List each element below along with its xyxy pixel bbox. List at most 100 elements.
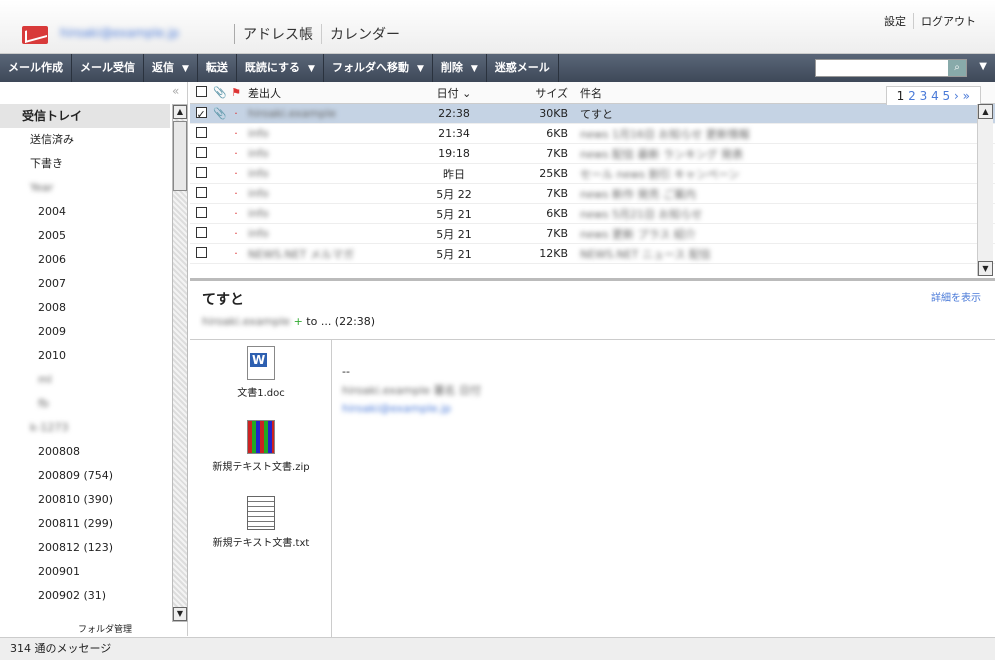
folder-item[interactable]: ml: [0, 368, 170, 392]
signature-text: hiroaki.example 署名 日付: [342, 384, 482, 397]
folder-item[interactable]: 200811 (299): [0, 512, 170, 536]
receive-button[interactable]: メール受信: [72, 54, 144, 82]
row-checkbox[interactable]: ✓: [195, 106, 207, 121]
settings-link[interactable]: 設定: [877, 13, 913, 29]
last-page-icon[interactable]: »: [963, 89, 970, 103]
collapse-icon[interactable]: «: [172, 84, 179, 98]
row-checkbox[interactable]: [195, 166, 207, 178]
search-icon[interactable]: ⌕: [948, 60, 966, 76]
nav-address-book[interactable]: アドレス帳: [234, 24, 321, 44]
spam-button[interactable]: 迷惑メール: [487, 54, 559, 82]
folder-item[interactable]: k-1273: [0, 416, 170, 440]
table-row[interactable]: · info 5月 21 7KB news 更新 プラス 紹介: [190, 224, 995, 244]
scroll-down-icon[interactable]: ▼: [173, 607, 187, 621]
row-checkbox[interactable]: [195, 226, 207, 238]
row-size: 7KB: [546, 227, 568, 240]
move-folder-button[interactable]: フォルダへ移動 ▼: [324, 54, 433, 82]
folder-item[interactable]: 2006: [0, 248, 170, 272]
folder-item[interactable]: 2007: [0, 272, 170, 296]
zip-file-icon: [247, 420, 275, 454]
add-contact-icon[interactable]: +: [294, 315, 303, 328]
table-row[interactable]: · info 19:18 7KB news 配信 最新 ランキング 発表: [190, 144, 995, 164]
row-checkbox[interactable]: [195, 126, 207, 138]
folder-item[interactable]: 2004: [0, 200, 170, 224]
page-link[interactable]: 2: [908, 89, 916, 103]
table-row[interactable]: · info 昨日 25KB セール news 割引 キャンペーン: [190, 164, 995, 184]
attachment-doc[interactable]: 文書1.doc: [190, 346, 332, 399]
folder-item[interactable]: 2005: [0, 224, 170, 248]
folder-item[interactable]: 200902 (31): [0, 584, 170, 608]
compose-button[interactable]: メール作成: [0, 54, 72, 82]
folder-inbox[interactable]: 受信トレイ: [0, 104, 170, 128]
page-link[interactable]: 3: [920, 89, 928, 103]
chevron-down-icon[interactable]: ▼: [308, 64, 315, 74]
delete-button[interactable]: 削除 ▼: [433, 54, 487, 82]
word-file-icon: [247, 346, 275, 380]
sender-name[interactable]: hiroaki.example: [202, 315, 290, 328]
attachment-name: 新規テキスト文書.zip: [212, 462, 310, 473]
folder-drafts[interactable]: 下書き: [0, 152, 170, 176]
folder-item[interactable]: Year: [0, 176, 170, 200]
folder-item[interactable]: 200810 (390): [0, 488, 170, 512]
sidebar-scrollbar[interactable]: ▲ ▼: [172, 104, 188, 622]
row-date: 5月 22: [436, 187, 472, 201]
unread-dot-icon: ·: [234, 167, 238, 180]
row-checkbox[interactable]: [195, 246, 207, 258]
folder-manage-link[interactable]: フォルダ管理: [78, 622, 132, 635]
col-from[interactable]: 差出人: [244, 85, 394, 101]
col-date[interactable]: 日付 ⌄: [394, 85, 514, 101]
search-input[interactable]: ⌕: [815, 59, 967, 77]
row-subject: news 配信 最新 ランキング 発表: [580, 147, 744, 161]
folder-item[interactable]: 200808: [0, 440, 170, 464]
row-date: 5月 21: [436, 227, 472, 241]
search-options-icon[interactable]: ▼: [979, 61, 987, 72]
recipients[interactable]: to ... (22:38): [306, 315, 375, 328]
show-details-link[interactable]: 詳細を表示: [931, 289, 981, 304]
scroll-up-icon[interactable]: ▲: [173, 105, 187, 119]
attachment-icon[interactable]: 📎: [212, 86, 228, 99]
page-link[interactable]: 5: [943, 89, 951, 103]
folder-item[interactable]: 200812 (123): [0, 536, 170, 560]
folder-item[interactable]: 2010: [0, 344, 170, 368]
folder-item[interactable]: 2009: [0, 320, 170, 344]
folder-item[interactable]: 200901: [0, 560, 170, 584]
row-checkbox[interactable]: [195, 186, 207, 198]
col-size[interactable]: サイズ: [514, 85, 574, 101]
row-size: 7KB: [546, 147, 568, 160]
table-row[interactable]: · info 5月 22 7KB news 新作 発売 ご案内: [190, 184, 995, 204]
list-scrollbar[interactable]: ▲ ▼: [977, 104, 993, 276]
nav-calendar[interactable]: カレンダー: [321, 24, 408, 44]
table-row[interactable]: · info 5月 21 6KB news 5月21日 お知らせ: [190, 204, 995, 224]
chevron-down-icon[interactable]: ▼: [417, 64, 424, 74]
scroll-down-icon[interactable]: ▼: [978, 261, 993, 276]
chevron-down-icon[interactable]: ▼: [182, 64, 189, 74]
table-row[interactable]: · NEWS.NET メルマガ 5月 21 12KB NEWS.NET ニュース 配信: [190, 244, 995, 264]
select-all-checkbox[interactable]: [195, 85, 207, 97]
unread-dot-icon: ·: [234, 127, 238, 140]
table-row[interactable]: · info 21:34 6KB news 1月16日 お知らせ 更新情報: [190, 124, 995, 144]
scroll-up-icon[interactable]: ▲: [978, 104, 993, 119]
mark-read-button[interactable]: 既読にする ▼: [237, 54, 324, 82]
forward-button[interactable]: 転送: [198, 54, 237, 82]
row-date: 5月 21: [436, 207, 472, 221]
row-checkbox[interactable]: [195, 146, 207, 158]
chevron-down-icon[interactable]: ▼: [471, 64, 478, 74]
logout-link[interactable]: ログアウト: [913, 13, 983, 29]
flag-icon[interactable]: ⚑: [228, 86, 244, 99]
table-row[interactable]: ✓ 📎 · hiroaki.example 22:38 30KB てすと: [190, 104, 995, 124]
attachment-txt[interactable]: 新規テキスト文書.txt: [190, 496, 332, 549]
page-link[interactable]: 4: [931, 89, 939, 103]
reply-button[interactable]: 返信 ▼: [144, 54, 198, 82]
row-size: 6KB: [546, 207, 568, 220]
next-page-icon[interactable]: ›: [954, 89, 959, 103]
row-checkbox[interactable]: [195, 206, 207, 218]
folder-item[interactable]: 200809 (754): [0, 464, 170, 488]
status-bar: 314 通のメッセージ: [0, 637, 995, 660]
signature-link[interactable]: hiroaki@example.jp: [342, 402, 481, 415]
attachment-zip[interactable]: 新規テキスト文書.zip: [190, 420, 332, 473]
folder-sent[interactable]: 送信済み: [0, 128, 170, 152]
folder-item[interactable]: 2008: [0, 296, 170, 320]
row-from: info: [248, 207, 269, 220]
folder-item[interactable]: fb: [0, 392, 170, 416]
scroll-thumb[interactable]: [173, 121, 187, 191]
